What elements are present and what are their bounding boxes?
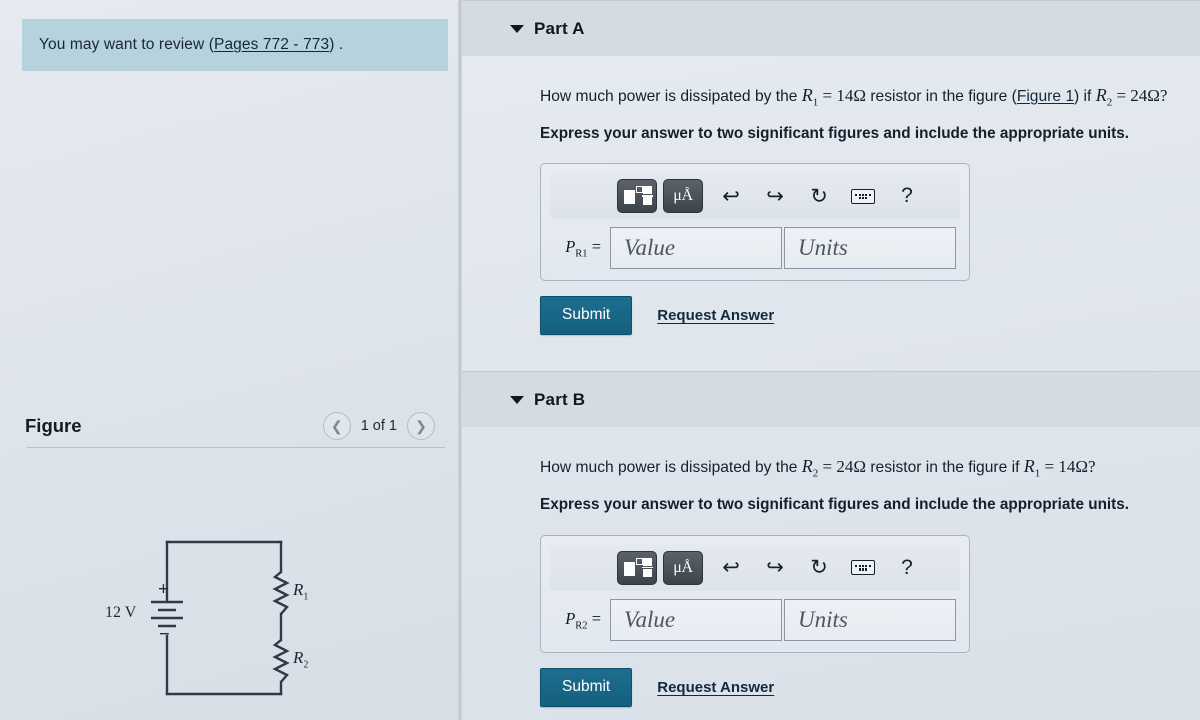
qb-var1: R2: [801, 456, 819, 480]
qa-seg1: How much power is dissipated by the: [540, 88, 802, 105]
part-a-submit-button[interactable]: Submit: [540, 296, 633, 336]
figure-title: Figure: [25, 415, 82, 436]
qb-seg2: resistor in the figure if: [866, 459, 1024, 477]
left-panel: You may want to review (Pages 772 - 773)…: [0, 0, 458, 720]
part-b-answer-label: PR2 =: [550, 609, 610, 631]
keyboard-icon[interactable]: [841, 551, 885, 585]
chevron-right-icon[interactable]: ❯: [407, 412, 435, 440]
redo-arrow-icon[interactable]: ↪: [753, 551, 797, 585]
triangle-down-icon[interactable]: [510, 24, 524, 33]
qa-eq1: =: [818, 86, 837, 105]
units-button-label: μÅ: [673, 558, 693, 576]
reset-circle-icon[interactable]: ↻: [797, 551, 841, 585]
part-a-body: How much power is dissipated by the R1 =…: [462, 56, 1200, 336]
review-pages-link[interactable]: Pages 772 - 773: [214, 36, 329, 53]
part-b-input-row: PR2 = Value Units: [550, 598, 960, 641]
circuit-svg: [151, 540, 290, 696]
pa-eq: =: [587, 237, 601, 257]
qb-eq1: =: [818, 457, 837, 477]
undo-arrow-icon[interactable]: ↩: [709, 551, 753, 585]
help-icon[interactable]: ?: [885, 551, 929, 585]
pa-prefix-sub: R1: [575, 248, 588, 260]
part-b-question: How much power is dissipated by the R2 =…: [540, 427, 1200, 482]
review-suffix: ) .: [329, 36, 344, 53]
undo-arrow-icon[interactable]: ↩: [709, 179, 753, 213]
part-a-value-input[interactable]: Value: [610, 227, 782, 270]
part-b-body: How much power is dissipated by the R2 =…: [462, 427, 1200, 707]
review-banner: You may want to review (Pages 772 - 773)…: [22, 19, 448, 71]
qb-val2: 14Ω?: [1058, 457, 1096, 477]
part-b-header[interactable]: Part B: [462, 371, 1200, 428]
part-a-question: How much power is dissipated by the R1 =…: [540, 56, 1200, 111]
redo-arrow-icon[interactable]: ↪: [753, 179, 797, 213]
qa-val1: 14Ω: [836, 86, 866, 105]
part-a-request-answer-link[interactable]: Request Answer: [657, 307, 774, 324]
figure-divider: [27, 447, 445, 448]
part-a-answer-box: μÅ ↩ ↪ ↻ ? PR1 = Value Units: [540, 163, 970, 282]
units-mu-angstrom-button[interactable]: μÅ: [663, 179, 703, 214]
pb-prefix-sub: R2: [575, 619, 588, 631]
qa-var1: R1: [801, 85, 819, 109]
qb-val1: 24Ω: [836, 457, 866, 477]
screenshot-root: You may want to review (Pages 772 - 773)…: [0, 0, 1200, 720]
units-mu-angstrom-button[interactable]: μÅ: [663, 550, 703, 585]
part-b-submit-row: Submit Request Answer: [540, 667, 1200, 707]
qb-seg1: How much power is dissipated by the: [540, 459, 802, 477]
part-a-answer-label: PR1 =: [550, 237, 610, 259]
review-prefix: You may want to review (: [39, 36, 214, 53]
qb-var2: R1: [1023, 456, 1041, 480]
part-b-answer-box: μÅ ↩ ↪ ↻ ? PR2 = Value Units: [540, 534, 970, 653]
qb-eq2: =: [1040, 457, 1059, 477]
part-b-toolbar: μÅ ↩ ↪ ↻ ?: [550, 544, 960, 591]
qa-seg3: ) if: [1074, 88, 1096, 105]
review-text: You may want to review (Pages 772 - 773)…: [39, 36, 343, 54]
circuit-diagram: 12 V + − R1 R2: [95, 528, 355, 708]
qa-var2: R2: [1095, 85, 1113, 109]
pb-eq: =: [587, 608, 601, 628]
figure-1-link[interactable]: Figure 1: [1017, 88, 1074, 105]
math-template-icon[interactable]: [617, 179, 657, 214]
chevron-left-icon[interactable]: ❮: [322, 412, 351, 440]
part-b-units-input[interactable]: Units: [784, 598, 956, 641]
qb-var1-letter: R: [801, 456, 813, 477]
part-b-submit-button[interactable]: Submit: [540, 667, 633, 707]
qb-var2-letter: R: [1023, 456, 1035, 477]
pa-prefix: P: [565, 237, 576, 257]
triangle-down-icon[interactable]: [510, 395, 524, 404]
math-template-icon[interactable]: [617, 550, 657, 585]
right-panel: Part A How much power is dissipated by t…: [462, 0, 1200, 720]
figure-header: Figure ❮ 1 of 1 ❯: [25, 408, 435, 444]
part-a-submit-row: Submit Request Answer: [540, 296, 1200, 336]
part-b-section: Part B How much power is dissipated by t…: [462, 371, 1200, 707]
part-a-section: Part A How much power is dissipated by t…: [462, 0, 1200, 336]
part-b-title: Part B: [534, 389, 586, 409]
part-b-instruction: Express your answer to two significant f…: [540, 496, 1130, 514]
qa-var2-letter: R: [1095, 85, 1107, 105]
part-a-instruction: Express your answer to two significant f…: [540, 124, 1130, 142]
part-a-header[interactable]: Part A: [462, 0, 1200, 56]
part-a-units-input[interactable]: Units: [784, 227, 956, 270]
qa-seg2: resistor in the figure (: [866, 88, 1017, 105]
qa-val2: 24Ω?: [1130, 86, 1168, 105]
qa-eq2: =: [1112, 86, 1131, 105]
pb-prefix: P: [565, 608, 576, 628]
keyboard-icon[interactable]: [841, 179, 885, 213]
part-a-toolbar: μÅ ↩ ↪ ↻ ?: [550, 173, 960, 220]
figure-nav: ❮ 1 of 1 ❯: [322, 412, 435, 440]
part-a-title: Part A: [534, 18, 585, 38]
reset-circle-icon[interactable]: ↻: [797, 179, 841, 213]
figure-count: 1 of 1: [360, 418, 397, 434]
qa-var1-letter: R: [801, 85, 813, 105]
help-icon[interactable]: ?: [885, 179, 929, 213]
units-button-label: μÅ: [673, 187, 693, 205]
part-a-input-row: PR1 = Value Units: [550, 227, 960, 270]
part-b-value-input[interactable]: Value: [610, 598, 782, 641]
part-b-request-answer-link[interactable]: Request Answer: [657, 679, 774, 696]
